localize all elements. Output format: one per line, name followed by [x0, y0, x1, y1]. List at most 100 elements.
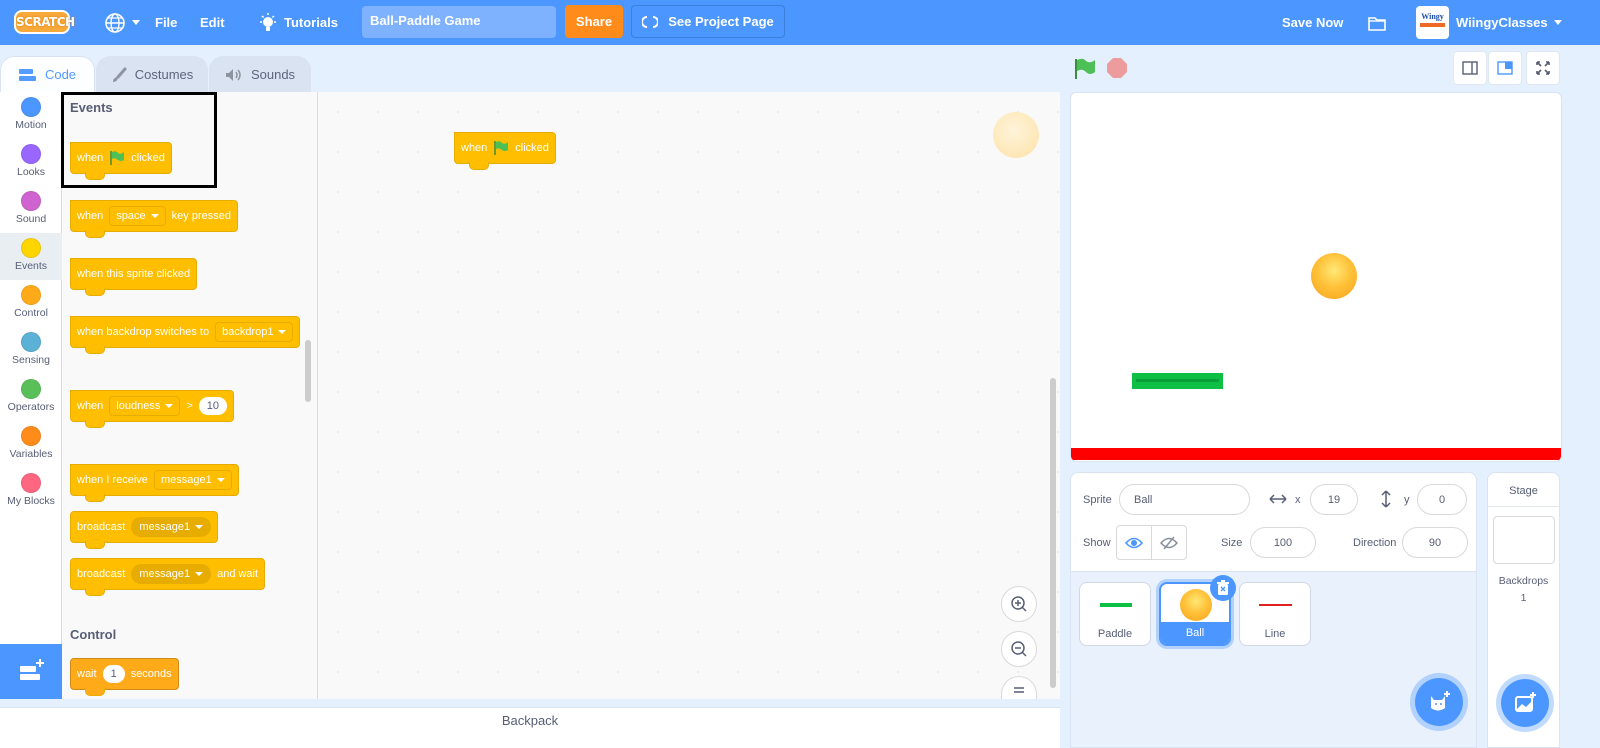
category-sensing[interactable]: Sensing — [0, 327, 62, 374]
block-when-sprite-clicked[interactable]: when this sprite clicked — [70, 244, 198, 296]
block-when-backdrop-switches[interactable]: when backdrop switches to backdrop1 — [70, 302, 301, 354]
x-position-input[interactable]: 19 — [1310, 484, 1358, 515]
block-text: when — [77, 400, 104, 412]
block-broadcast[interactable]: broadcast message1 — [70, 511, 219, 549]
block-when-i-receive[interactable]: when I receive message1 — [70, 450, 239, 502]
palette-scrollbar[interactable] — [305, 340, 311, 402]
backdrop-add-icon — [1515, 692, 1536, 712]
loudness-value-input[interactable]: 10 — [198, 397, 228, 415]
zoom-in-button[interactable] — [1001, 586, 1037, 622]
chevron-down-icon — [1553, 20, 1562, 25]
category-looks[interactable]: Looks — [0, 139, 62, 186]
block-wait-seconds[interactable]: wait 1 seconds — [70, 658, 179, 696]
message-dropdown[interactable]: message1 — [153, 470, 232, 490]
normal-stage-button[interactable] — [1488, 51, 1522, 85]
broadcast-wait-message-dropdown[interactable]: message1 — [131, 564, 212, 584]
project-title-input[interactable]: Ball-Paddle Game — [362, 6, 556, 38]
backpack[interactable]: Backpack — [0, 707, 1060, 748]
eye-slash-icon — [1160, 536, 1178, 549]
sprite-info-panel: Sprite Ball x 19 y 0 Show Size 100 Direc… — [1070, 472, 1477, 572]
block-broadcast-and-wait[interactable]: broadcast message1 and wait — [70, 558, 266, 596]
y-position-input[interactable]: 0 — [1417, 484, 1467, 515]
globe-icon — [105, 12, 125, 33]
operator-text: > — [186, 400, 193, 412]
tab-sounds-label: Sounds — [250, 67, 296, 82]
stage-paddle-sprite[interactable] — [1132, 373, 1223, 389]
category-my-blocks[interactable]: My Blocks — [0, 468, 62, 515]
size-input[interactable]: 100 — [1250, 527, 1316, 558]
backdrop-dropdown[interactable]: backdrop1 — [215, 322, 294, 342]
show-sprite-button[interactable] — [1116, 525, 1152, 560]
backdrop-thumbnail[interactable] — [1492, 516, 1555, 564]
block-when-loudness[interactable]: when loudness > 10 — [70, 376, 235, 428]
block-when-key-pressed[interactable]: when space key pressed — [70, 186, 238, 238]
fullscreen-icon — [1536, 61, 1550, 75]
block-text: key pressed — [171, 210, 231, 222]
choose-backdrop-button[interactable] — [1501, 679, 1549, 727]
category-menu: Motion Looks Sound Events Control Sensin… — [0, 92, 62, 644]
edit-menu[interactable]: Edit — [200, 0, 225, 45]
tab-sounds[interactable]: Sounds — [209, 56, 311, 92]
category-operators[interactable]: Operators — [0, 374, 62, 421]
avatar[interactable]: Wingy — [1416, 6, 1449, 39]
category-events[interactable]: Events — [0, 233, 62, 280]
control-dot-icon — [21, 285, 41, 305]
language-menu[interactable] — [104, 0, 140, 45]
sprite-tile-line[interactable]: Line — [1239, 582, 1311, 646]
stop-button[interactable] — [1106, 57, 1128, 79]
green-flag-button[interactable] — [1073, 57, 1097, 81]
block-text: when I receive — [77, 474, 148, 486]
block-text: seconds — [130, 668, 172, 680]
tab-costumes[interactable]: Costumes — [96, 56, 208, 92]
wait-seconds-input[interactable]: 1 — [102, 665, 125, 683]
code-workspace[interactable]: when clicked — [318, 92, 1060, 699]
stage-ball-sprite[interactable] — [1311, 253, 1357, 299]
zoom-out-icon — [1011, 641, 1027, 657]
category-variables[interactable]: Variables — [0, 421, 62, 468]
key-dropdown[interactable]: space — [109, 206, 166, 226]
divider — [0, 699, 1060, 707]
stage-canvas[interactable] — [1070, 92, 1562, 462]
save-now-button[interactable]: Save Now — [1282, 0, 1343, 45]
script-when-flag-clicked[interactable]: when clicked — [454, 118, 556, 170]
workspace-scrollbar[interactable] — [1050, 378, 1056, 688]
hide-sprite-button[interactable] — [1151, 525, 1187, 560]
add-extension-button[interactable] — [0, 644, 62, 699]
caret-down-icon — [216, 478, 225, 482]
green-flag-icon — [494, 141, 509, 155]
see-project-page-label: See Project Page — [668, 14, 774, 29]
direction-input[interactable]: 90 — [1402, 527, 1468, 558]
category-label: Variables — [9, 448, 53, 460]
paddle-thumbnail — [1100, 603, 1132, 607]
control-heading: Control — [70, 627, 117, 642]
small-stage-button[interactable] — [1453, 51, 1487, 85]
block-text: clicked — [515, 142, 549, 154]
category-motion[interactable]: Motion — [0, 92, 62, 139]
share-button[interactable]: Share — [565, 5, 623, 38]
tutorials-button[interactable]: Tutorials — [258, 0, 338, 45]
choose-sprite-button[interactable] — [1415, 678, 1463, 726]
delete-sprite-button[interactable] — [1210, 575, 1236, 601]
sprite-name-input[interactable]: Ball — [1119, 484, 1250, 515]
fullscreen-button[interactable] — [1526, 51, 1560, 85]
category-label: Motion — [15, 119, 47, 131]
account-name: WiingyClasses — [1456, 15, 1548, 30]
dropdown-value: message1 — [160, 474, 212, 486]
account-menu[interactable]: WiingyClasses — [1456, 0, 1562, 45]
tab-code[interactable]: Code — [0, 56, 95, 92]
file-menu[interactable]: File — [155, 0, 177, 45]
see-project-page-button[interactable]: See Project Page — [631, 5, 785, 38]
normal-stage-icon — [1497, 61, 1513, 75]
broadcast-message-dropdown[interactable]: message1 — [131, 517, 212, 537]
sprite-tile-paddle[interactable]: Paddle — [1079, 582, 1151, 646]
folder-icon — [1368, 16, 1386, 31]
my-stuff-button[interactable] — [1367, 0, 1387, 45]
block-text: when — [77, 210, 104, 222]
category-sound[interactable]: Sound — [0, 186, 62, 233]
sensor-dropdown[interactable]: loudness — [109, 396, 181, 416]
category-control[interactable]: Control — [0, 280, 62, 327]
scratch-logo[interactable]: SCRATCH — [14, 10, 75, 34]
stage-line-sprite[interactable] — [1071, 448, 1561, 460]
stage-target-pane[interactable]: Stage Backdrops 1 — [1487, 472, 1560, 748]
zoom-out-button[interactable] — [1001, 631, 1037, 667]
